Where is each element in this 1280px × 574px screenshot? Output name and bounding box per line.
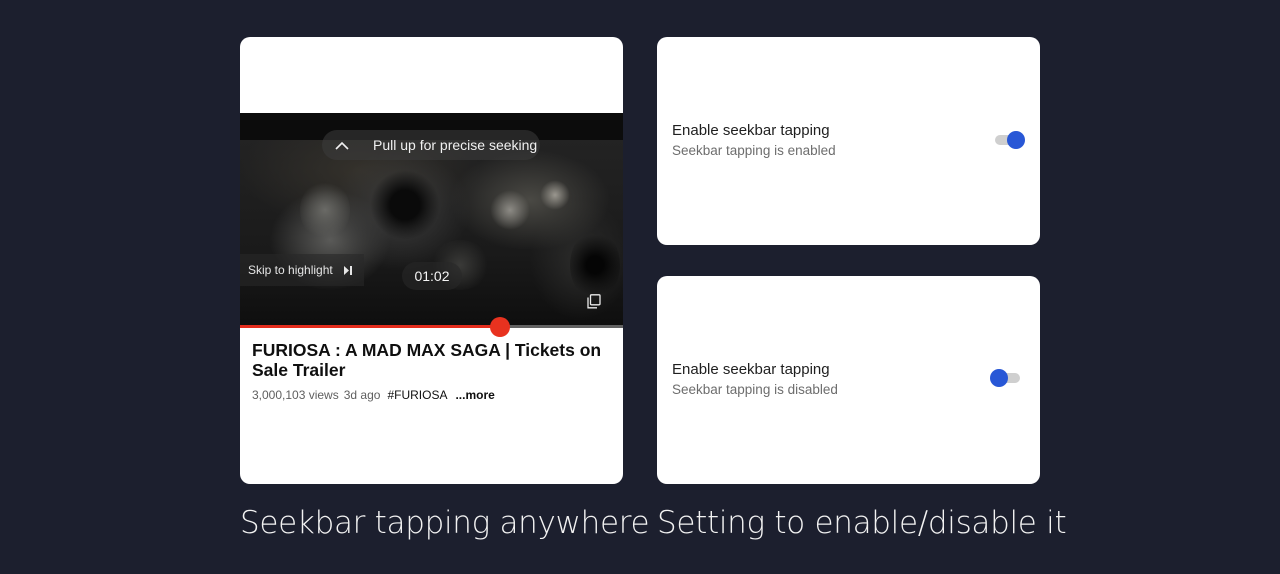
caption-setting: Setting to enable/disable it	[657, 505, 1067, 541]
setting-title: Enable seekbar tapping	[672, 122, 830, 139]
setting-card-enabled[interactable]: Enable seekbar tapping Seekbar tapping i…	[657, 37, 1040, 245]
seekbar-scrubber[interactable]	[490, 317, 511, 337]
chevron-up-icon	[322, 141, 362, 150]
video-frame	[240, 140, 623, 328]
skip-to-highlight-label: Skip to highlight	[248, 263, 333, 277]
toggle-thumb	[990, 369, 1008, 387]
toggle-thumb	[1007, 131, 1025, 149]
hashtag-link[interactable]: #FURIOSA	[387, 388, 447, 402]
video-card: Pull up for precise seeking Skip to high…	[240, 37, 623, 484]
video-title[interactable]: FURIOSA : A MAD MAX SAGA | Tickets on Sa…	[252, 340, 607, 380]
seekbar-played	[240, 325, 501, 328]
skip-next-icon	[343, 265, 353, 275]
setting-title: Enable seekbar tapping	[672, 361, 830, 378]
upload-age: 3d ago	[343, 388, 381, 402]
seekbar-tapping-toggle-on[interactable]	[995, 130, 1025, 150]
copy-icon[interactable]	[586, 294, 601, 309]
setting-subtitle: Seekbar tapping is disabled	[672, 382, 838, 397]
seek-time: 01:02	[414, 268, 450, 284]
skip-to-highlight-button[interactable]: Skip to highlight	[240, 254, 364, 286]
seekbar[interactable]	[240, 325, 623, 328]
caption-seekbar-tapping: Seekbar tapping anywhere	[240, 505, 650, 541]
setting-subtitle: Seekbar tapping is enabled	[672, 143, 836, 158]
precise-seek-hint[interactable]: Pull up for precise seeking	[322, 130, 540, 160]
view-count: 3,000,103 views	[252, 388, 339, 402]
video-meta: 3,000,103 views 3d ago #FURIOSA ...more	[252, 388, 495, 402]
seek-time-badge: 01:02	[402, 262, 462, 290]
seekbar-tapping-toggle-off[interactable]	[990, 368, 1020, 388]
precise-seek-label: Pull up for precise seeking	[373, 137, 538, 153]
more-button[interactable]: ...more	[455, 388, 494, 402]
video-player[interactable]: Pull up for precise seeking Skip to high…	[240, 113, 623, 328]
setting-card-disabled[interactable]: Enable seekbar tapping Seekbar tapping i…	[657, 276, 1040, 484]
